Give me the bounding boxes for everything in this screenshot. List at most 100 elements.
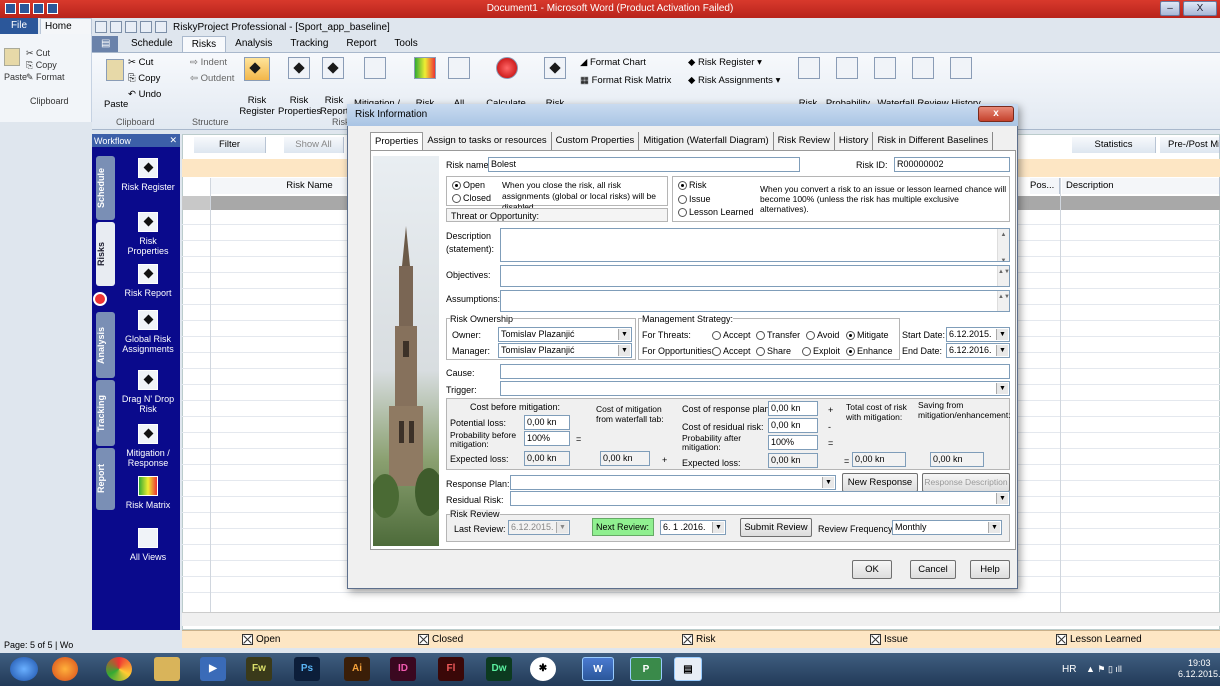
cost-response-input[interactable]: 0,00 kn xyxy=(768,401,818,416)
app-icon[interactable]: ✱ xyxy=(530,657,556,681)
paste-button[interactable]: Paste xyxy=(104,99,128,110)
fireworks-icon[interactable]: Fw xyxy=(246,657,272,681)
risk-type-radio[interactable]: Risk xyxy=(678,180,707,191)
manager-select[interactable]: Tomislav Plazanjić xyxy=(498,343,632,358)
workflow-tab-risks[interactable]: Risks xyxy=(96,222,115,286)
all-views-icon[interactable] xyxy=(448,57,470,79)
new-response-button[interactable]: New Response xyxy=(842,473,918,492)
workflow-risk-report[interactable]: Risk Report xyxy=(118,264,178,298)
photoshop-icon[interactable]: Ps xyxy=(294,657,320,681)
workflow-drag-n-drop-risk[interactable]: Drag N' Drop Risk xyxy=(118,370,178,414)
dreamweaver-icon[interactable]: Dw xyxy=(486,657,512,681)
help-button[interactable]: Help xyxy=(970,560,1010,579)
workflow-tab-report[interactable]: Report xyxy=(96,448,115,510)
risk-name-input[interactable]: Bolest xyxy=(488,157,800,172)
prob-before-input[interactable]: 100% xyxy=(524,431,570,446)
cause-input[interactable] xyxy=(500,364,1010,379)
start-button[interactable] xyxy=(10,657,38,681)
language-indicator[interactable]: HR xyxy=(1062,664,1076,675)
cost-residual-input[interactable]: 0,00 kn xyxy=(768,418,818,433)
open-radio[interactable]: Open xyxy=(452,180,485,191)
word-taskbar-icon[interactable]: W xyxy=(582,657,614,681)
undo-button[interactable]: ↶ Undo xyxy=(128,89,161,100)
new-icon[interactable] xyxy=(95,21,107,33)
tab-risks[interactable]: Risks xyxy=(181,36,227,52)
end-date-picker[interactable]: 6.12.2016. xyxy=(946,343,1010,358)
preview-icon[interactable] xyxy=(155,21,167,33)
chrome-icon[interactable] xyxy=(106,657,132,681)
risk-register-icon[interactable] xyxy=(244,57,270,81)
workflow-risk-register[interactable]: Risk Register xyxy=(118,158,178,192)
risk-list-icon[interactable] xyxy=(798,57,820,79)
workflow-tab-tracking[interactable]: Tracking xyxy=(96,380,115,446)
tray-icons[interactable]: ▲ ⚑ ▯ ıll xyxy=(1086,664,1122,675)
project-taskbar-icon[interactable]: P xyxy=(630,657,662,681)
cancel-button[interactable]: Cancel xyxy=(910,560,956,579)
lesson-type-radio[interactable]: Lesson Learned xyxy=(678,207,754,218)
ok-button[interactable]: OK xyxy=(852,560,892,579)
cut-button[interactable]: ✂ Cut xyxy=(128,57,153,68)
workflow-risk-matrix[interactable]: Risk Matrix xyxy=(118,476,178,510)
copy-button[interactable]: ⎘ Copy xyxy=(128,73,160,84)
workflow-tab-schedule[interactable]: Schedule xyxy=(96,156,115,220)
risk-matrix-icon[interactable] xyxy=(414,57,436,79)
tab-risk-review[interactable]: Risk Review xyxy=(774,132,835,151)
word-file-tab[interactable]: File xyxy=(0,18,38,34)
tab-mitigation[interactable]: Mitigation (Waterfall Diagram) xyxy=(639,132,774,151)
word-paste[interactable]: Paste xyxy=(4,72,27,82)
paste-icon[interactable] xyxy=(4,48,20,66)
closed-radio[interactable]: Closed xyxy=(452,193,491,204)
media-icon[interactable]: ▶ xyxy=(200,657,226,681)
paste-icon[interactable] xyxy=(106,59,124,81)
show-all-button[interactable]: Show All xyxy=(284,137,344,153)
workflow-global-risk-assignments[interactable]: Global Risk Assignments xyxy=(118,310,178,354)
start-date-picker[interactable]: 6.12.2015. xyxy=(946,327,1010,342)
risk-report-button[interactable]: Risk Report xyxy=(320,95,349,117)
prob-after-input[interactable]: 100% xyxy=(768,435,818,450)
tab-properties[interactable]: Properties xyxy=(370,132,424,151)
word-home-tab[interactable]: Home xyxy=(40,18,92,34)
assumptions-input[interactable]: ▲▼ xyxy=(500,290,1010,312)
owner-select[interactable]: Tomislav Plazanjić xyxy=(498,327,632,342)
filter-button[interactable]: Filter xyxy=(194,137,266,153)
open-icon[interactable] xyxy=(110,21,122,33)
objectives-input[interactable]: ▲▼ xyxy=(500,265,1010,287)
word-cut[interactable]: ✂ Cut xyxy=(26,48,50,59)
workflow-all-views[interactable]: All Views xyxy=(118,528,178,562)
horizontal-scrollbar[interactable] xyxy=(182,612,1220,626)
illustrator-icon[interactable]: Ai xyxy=(344,657,370,681)
clock[interactable]: 19:03 6.12.2015. xyxy=(1178,658,1220,680)
flash-icon[interactable]: Fl xyxy=(438,657,464,681)
calculate-icon[interactable] xyxy=(496,57,518,79)
risk-properties-icon[interactable] xyxy=(288,57,310,79)
share-radio[interactable]: Share xyxy=(756,346,791,357)
workflow-risk-properties[interactable]: Risk Properties xyxy=(118,212,178,256)
tab-custom-properties[interactable]: Custom Properties xyxy=(552,132,640,151)
pre-post-mitigation-button[interactable]: Pre-/Post Miti xyxy=(1160,137,1220,153)
avoid-radio[interactable]: Avoid xyxy=(806,330,839,341)
accept-threat-radio[interactable]: Accept xyxy=(712,330,751,341)
tab-baselines[interactable]: Risk in Different Baselines xyxy=(873,132,994,151)
residual-risk-select[interactable] xyxy=(510,491,1010,506)
risk-register-dropdown[interactable]: ◆ Risk Register ▾ xyxy=(688,57,762,68)
format-risk-matrix-button[interactable]: ▦ Format Risk Matrix xyxy=(580,75,671,86)
maximize-icon[interactable]: X xyxy=(1183,1,1217,16)
tab-analysis[interactable]: Analysis xyxy=(226,36,281,52)
indent-button[interactable]: ⇨ Indent xyxy=(190,57,227,68)
riskyproject-taskbar-icon[interactable]: ▤ xyxy=(674,657,702,681)
probability-icon[interactable] xyxy=(836,57,858,79)
submit-review-button[interactable]: Submit Review xyxy=(740,518,812,537)
exploit-radio[interactable]: Exploit xyxy=(802,346,840,357)
response-plan-select[interactable] xyxy=(510,475,836,490)
explorer-icon[interactable] xyxy=(154,657,180,681)
minimize-icon[interactable]: – xyxy=(1160,1,1180,16)
frequency-select[interactable]: Monthly xyxy=(892,520,1002,535)
save-icon[interactable] xyxy=(125,21,137,33)
indesign-icon[interactable]: ID xyxy=(390,657,416,681)
word-format-painter[interactable]: ✎ Format xyxy=(26,72,65,83)
risk-id-input[interactable]: R00000002 xyxy=(894,157,1010,172)
risk-chart-icon[interactable] xyxy=(544,57,566,79)
description-input[interactable]: ▲ ▼ xyxy=(500,228,1010,262)
mitigate-radio[interactable]: Mitigate xyxy=(846,330,889,341)
format-chart-button[interactable]: ◢ Format Chart xyxy=(580,57,646,68)
